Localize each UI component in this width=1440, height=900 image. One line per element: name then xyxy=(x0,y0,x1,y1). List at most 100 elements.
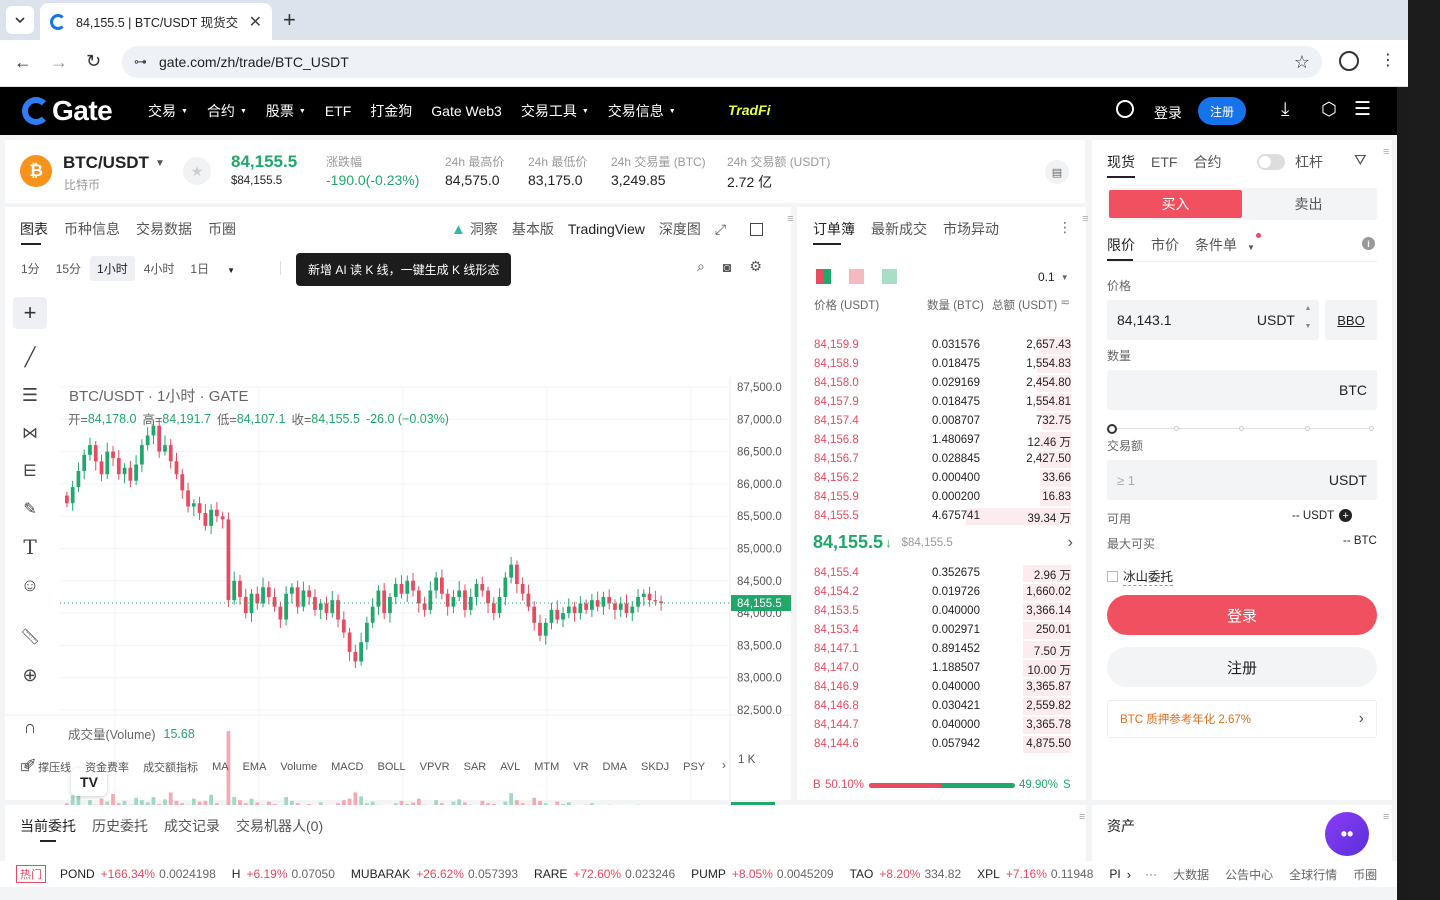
hamburger-menu-icon[interactable]: ☰ xyxy=(1354,98,1371,121)
panel-drag-icon[interactable]: ≡ xyxy=(1079,811,1085,823)
camera-icon[interactable]: ◙ xyxy=(723,259,731,275)
browser-tab[interactable]: 84,155.5 | BTC/USDT 现货交 ✕ xyxy=(40,3,272,40)
address-bar[interactable]: ⊶ gate.com/zh/trade/BTC_USDT ☆ xyxy=(122,46,1322,78)
chart-view-depth[interactable]: 深度图 xyxy=(659,219,701,239)
chart-view-basic[interactable]: 基本版 xyxy=(512,219,554,239)
indicator-0[interactable]: 撑压线 xyxy=(38,759,71,775)
mid-price-row[interactable]: 84,155.5 ↓ $84,155.5 › xyxy=(813,532,1073,553)
forward-icon[interactable]: → xyxy=(50,52,68,73)
close-icon[interactable]: ✕ xyxy=(249,12,262,32)
indicator-7[interactable]: BOLL xyxy=(378,761,406,773)
nav-item-0[interactable]: 交易 ▼ xyxy=(148,101,188,121)
amount-input[interactable]: ≥ 1 USDT xyxy=(1107,460,1377,500)
settings-hex-icon[interactable]: ⬡ xyxy=(1321,99,1337,120)
orderbook-row[interactable]: 84,155.9 0.000200 16.83 xyxy=(797,488,1086,507)
orderbook-row[interactable]: 84,147.0 1.188507 10.00 万 xyxy=(797,659,1086,678)
price-input[interactable]: 84,143.1 USDT xyxy=(1107,300,1319,340)
orderbook-row[interactable]: 84,144.7 0.040000 3,365.78 xyxy=(797,716,1086,735)
order-type-limit[interactable]: 限价 xyxy=(1107,235,1135,255)
sell-tab[interactable]: 卖出 xyxy=(1242,190,1375,218)
panel-drag-icon[interactable]: ≡ xyxy=(1383,811,1389,823)
tab-latest-trades[interactable]: 最新成交 xyxy=(871,219,927,239)
staking-promo[interactable]: BTC 质押参考年化 2.67% › xyxy=(1107,700,1377,738)
pair-selector[interactable]: BTC/USDT ▼ xyxy=(63,153,165,173)
orderbook-row[interactable]: 84,154.2 0.019726 1,660.02 xyxy=(797,583,1086,602)
favorite-star-icon[interactable]: ★ xyxy=(183,157,211,185)
footer-link-3[interactable]: 全球行情 xyxy=(1289,866,1337,883)
interval-3[interactable]: 4小时 xyxy=(137,256,182,281)
calculator-icon[interactable]: ⛛ xyxy=(1354,152,1367,169)
nav-item-3[interactable]: ETF xyxy=(325,103,351,119)
tab-search-button[interactable] xyxy=(6,6,34,34)
chevron-right-icon[interactable]: › xyxy=(1127,867,1131,882)
download-icon[interactable]: ⤓ xyxy=(1281,99,1289,121)
leverage-toggle[interactable]: 杠杆 xyxy=(1257,152,1323,172)
precision-selector[interactable]: 0.1 ▼ xyxy=(1038,270,1069,284)
price-stepper[interactable]: ▲ ▼ xyxy=(1297,300,1319,340)
panel-drag-icon[interactable]: ≡ xyxy=(1383,146,1389,158)
indicator-10[interactable]: AVL xyxy=(500,761,520,773)
indicator-15[interactable]: PSY xyxy=(683,761,705,773)
indicator-3[interactable]: MA xyxy=(212,761,229,773)
amount-slider[interactable] xyxy=(1107,424,1374,434)
more-options-icon[interactable]: ⋮ xyxy=(1058,219,1072,236)
indicator-5[interactable]: Volume xyxy=(280,761,317,773)
hot-item[interactable]: PUMP +8.05% 0.0045209 xyxy=(691,867,833,881)
orderbook-row[interactable]: 84,156.2 0.000400 33.66 xyxy=(797,469,1086,488)
orderbook-row[interactable]: 84,146.9 0.040000 3,365.87 xyxy=(797,678,1086,697)
tab-bots[interactable]: 交易机器人(0) xyxy=(236,816,323,836)
chart-tab-1[interactable]: 币种信息 xyxy=(64,219,120,239)
orderbook-row[interactable]: 84,153.5 0.040000 3,366.14 xyxy=(797,602,1086,621)
reload-icon[interactable]: ↻ xyxy=(86,51,101,72)
indicator-6[interactable]: MACD xyxy=(331,761,363,773)
hot-item[interactable]: XPL +7.16% 0.11948 xyxy=(977,867,1093,881)
chart-tab-2[interactable]: 交易数据 xyxy=(136,219,192,239)
indicator-2[interactable]: 成交额指标 xyxy=(143,759,198,775)
chevron-right-icon[interactable]: › xyxy=(722,758,726,772)
zoom-search-icon[interactable]: ⌕ xyxy=(697,258,705,275)
footer-link-1[interactable]: 大数据 xyxy=(1173,866,1209,883)
info-icon[interactable]: i xyxy=(1362,237,1375,250)
browser-menu-icon[interactable]: ⋮ xyxy=(1380,50,1396,70)
hot-item[interactable]: H +6.19% 0.07050 xyxy=(232,867,335,881)
expand-icon[interactable]: ⤢ xyxy=(715,221,726,238)
search-icon[interactable] xyxy=(1116,100,1134,118)
orderbook-row[interactable]: 84,156.7 0.028845 2,427.50 xyxy=(797,450,1086,469)
hot-more[interactable]: PI xyxy=(1109,867,1120,881)
footer-link-4[interactable]: 币圈 xyxy=(1353,866,1377,883)
interval-2[interactable]: 1小时 xyxy=(90,256,135,281)
nav-item-7[interactable]: 交易信息 ▼ xyxy=(608,101,676,121)
indicator-8[interactable]: VPVR xyxy=(420,761,450,773)
crosshair-tool-icon[interactable]: + xyxy=(13,297,47,329)
tab-orderbook[interactable]: 订单簿 xyxy=(813,219,855,239)
orderbook-row[interactable]: 84,155.4 0.352675 2.96 万 xyxy=(797,564,1086,583)
interval-1[interactable]: 15分 xyxy=(49,256,88,281)
hot-item[interactable]: MUBARAK +26.62% 0.057393 xyxy=(351,867,518,881)
bbo-button[interactable]: BBO xyxy=(1325,300,1377,340)
nav-item-5[interactable]: Gate Web3 xyxy=(431,103,502,119)
chart-view-insight[interactable]: 洞察 xyxy=(470,219,498,239)
register-button[interactable]: 注册 xyxy=(1107,647,1377,687)
indicator-1[interactable]: 资金费率 xyxy=(85,759,129,775)
login-link[interactable]: 登录 xyxy=(1154,103,1182,123)
hot-item[interactable]: TAO +8.20% 334.82 xyxy=(850,867,962,881)
nav-item-6[interactable]: 交易工具 ▼ xyxy=(521,101,589,121)
indicator-11[interactable]: MTM xyxy=(534,761,559,773)
footer-link-0[interactable]: ··· xyxy=(1145,867,1157,881)
tab-open-orders[interactable]: 当前委托 xyxy=(20,816,76,836)
login-button[interactable]: 登录 xyxy=(1107,595,1377,635)
indicator-9[interactable]: SAR xyxy=(464,761,487,773)
chart-tab-0[interactable]: 图表 xyxy=(20,219,48,239)
orderbook-row[interactable]: 84,157.4 0.008707 732.75 xyxy=(797,412,1086,431)
site-info-icon[interactable]: ⊶ xyxy=(134,54,147,70)
orderbook-row[interactable]: 84,158.9 0.018475 1,554.83 xyxy=(797,355,1086,374)
interval-0[interactable]: 1分 xyxy=(14,256,47,281)
notes-icon[interactable]: ▤ xyxy=(1045,160,1069,184)
back-icon[interactable]: ← xyxy=(14,52,32,73)
indicator-13[interactable]: DMA xyxy=(603,761,627,773)
nav-item-4[interactable]: 打金狗 xyxy=(370,101,412,121)
register-button[interactable]: 注册 xyxy=(1198,97,1246,125)
orderbook-row[interactable]: 84,153.4 0.002971 250.01 xyxy=(797,621,1086,640)
chart-view-tradingview[interactable]: TradingView xyxy=(568,221,645,237)
tab-etf[interactable]: ETF xyxy=(1151,154,1177,170)
